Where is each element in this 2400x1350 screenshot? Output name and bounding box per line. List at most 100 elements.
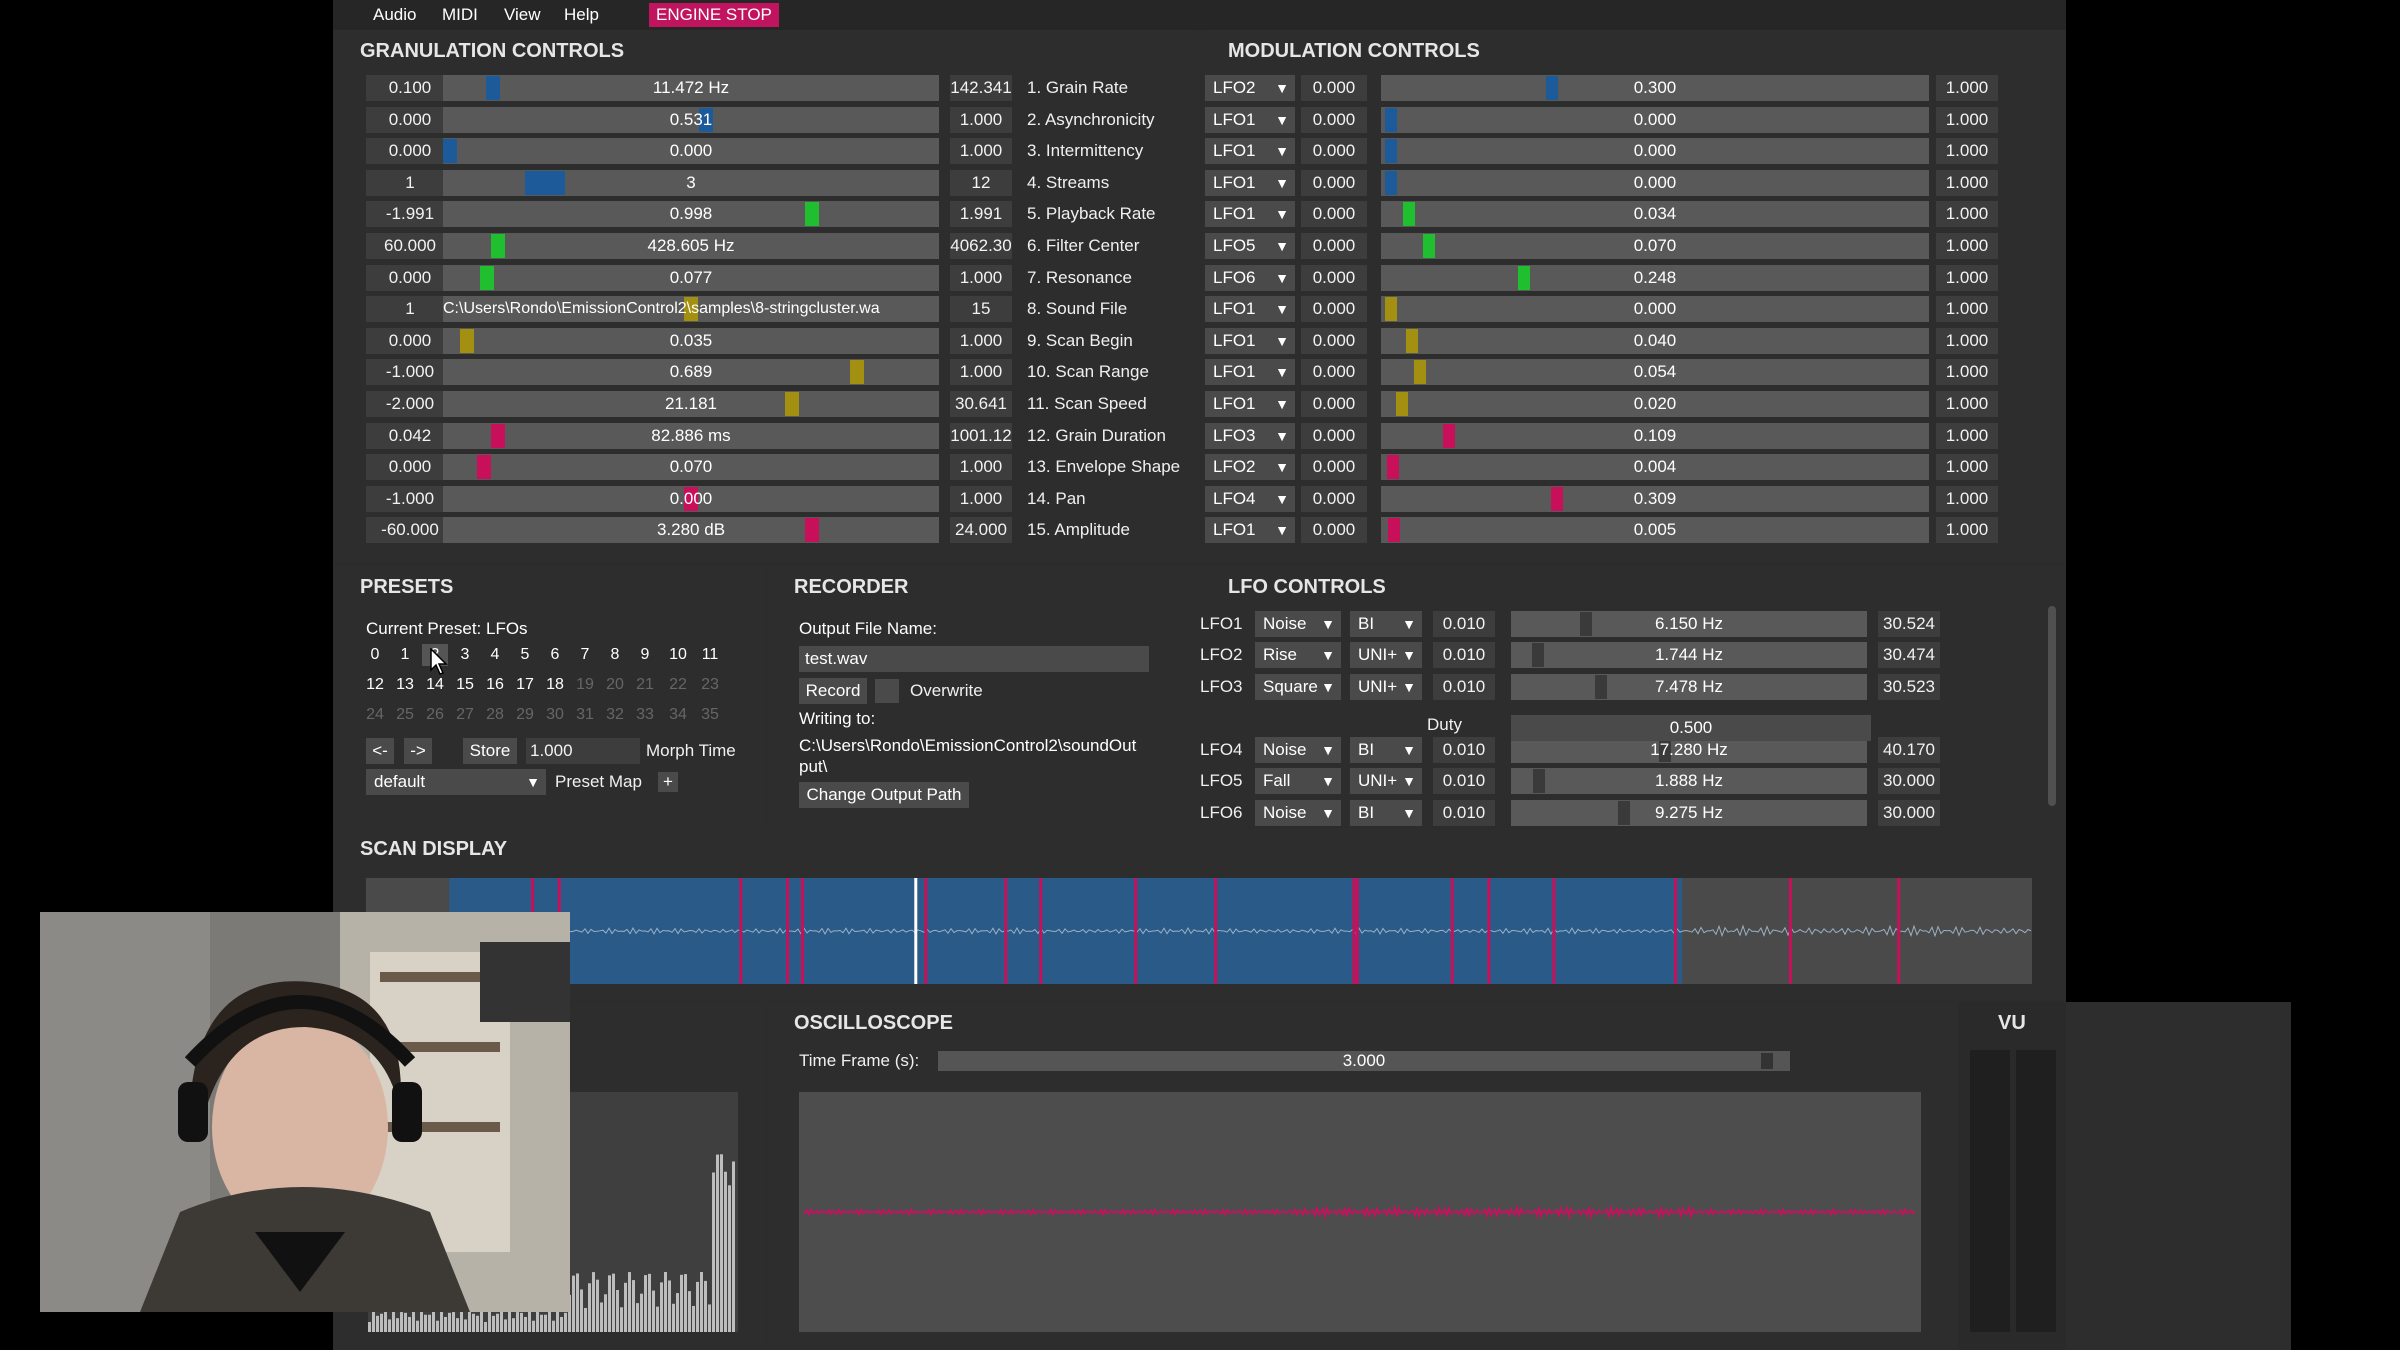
param-slider[interactable]: 428.605 Hz [443,233,939,259]
lfo-freq-slider[interactable]: 9.275 Hz [1511,800,1867,826]
menu-midi[interactable]: MIDI [442,3,478,27]
overwrite-checkbox[interactable] [875,679,899,703]
mod-depth-slider[interactable]: 0.000 [1381,106,1929,133]
mod-depth-min-input[interactable]: 0.000 [1301,517,1367,544]
preset-slot-button[interactable]: 9 [632,644,658,666]
lfo-freq-min-input[interactable]: 0.010 [1433,674,1495,700]
lfo-freq-max-input[interactable]: 30.523 [1878,674,1940,700]
preset-slot-button[interactable]: 4 [482,644,508,666]
param-min-input[interactable]: 1 [366,169,454,196]
lfo-freq-min-input[interactable]: 0.010 [1433,768,1495,794]
preset-slot-button[interactable]: 16 [482,674,508,696]
param-min-input[interactable]: -1.000 [366,359,454,386]
mod-depth-min-input[interactable]: 0.000 [1301,264,1367,291]
lfo-source-select[interactable]: LFO1 ▼ [1205,391,1295,417]
add-preset-map-button[interactable]: + [658,772,678,792]
lfo-source-select[interactable]: LFO1 ▼ [1205,106,1295,133]
lfo-source-select[interactable]: LFO1 ▼ [1205,517,1295,544]
param-slider[interactable]: 3.280 dB [443,517,939,544]
store-button[interactable]: Store [463,738,517,764]
param-slider[interactable]: 0.000 [443,485,939,512]
preset-slot-button[interactable]: 17 [512,674,538,696]
record-button[interactable]: Record [799,678,867,704]
menu-audio[interactable]: Audio [373,3,416,27]
preset-slot-button[interactable]: 27 [452,704,478,726]
preset-slot-button[interactable]: 15 [452,674,478,696]
lfo-source-select[interactable]: LFO1 ▼ [1205,201,1295,228]
morph-time-input[interactable]: 1.000 [526,738,640,764]
lfo-shape-select[interactable]: Square ▼ [1255,674,1341,700]
param-min-input[interactable]: -1.991 [366,201,454,228]
preset-slot-button[interactable]: 28 [482,704,508,726]
lfo-source-select[interactable]: LFO4 ▼ [1205,485,1295,512]
param-slider[interactable]: 0.689 [443,359,939,386]
param-slider[interactable]: 0.998 [443,201,939,228]
mod-depth-slider[interactable]: 0.000 [1381,138,1929,165]
preset-slot-button[interactable]: 35 [697,704,723,726]
lfo-freq-max-input[interactable]: 30.000 [1878,800,1940,826]
param-max-input[interactable]: 15 [950,296,1012,323]
lfo-freq-slider[interactable]: 1.888 Hz [1511,768,1867,794]
param-min-input[interactable]: -1.000 [366,485,454,512]
mod-depth-min-input[interactable]: 0.000 [1301,485,1367,512]
mod-depth-slider[interactable]: 0.040 [1381,327,1929,354]
mod-depth-max-input[interactable]: 1.000 [1936,359,1998,386]
lfo-polarity-select[interactable]: UNI+ ▼ [1350,768,1422,794]
preset-slot-button[interactable]: 13 [392,674,418,696]
preset-slot-button[interactable]: 8 [602,644,628,666]
preset-slot-button[interactable]: 6 [542,644,568,666]
mod-depth-min-input[interactable]: 0.000 [1301,422,1367,449]
mod-depth-min-input[interactable]: 0.000 [1301,296,1367,323]
lfo-freq-min-input[interactable]: 0.010 [1433,800,1495,826]
scan-waveform[interactable] [366,878,2032,984]
lfo-shape-select[interactable]: Rise ▼ [1255,642,1341,668]
param-slider[interactable]: 0.000 [443,138,939,165]
mod-depth-max-input[interactable]: 1.000 [1936,296,1998,323]
lfo-freq-min-input[interactable]: 0.010 [1433,642,1495,668]
preset-slot-button[interactable]: 33 [632,704,658,726]
param-max-input[interactable]: 1001.12 [950,422,1012,449]
preset-slot-button[interactable]: 19 [572,674,598,696]
mod-depth-slider[interactable]: 0.248 [1381,264,1929,291]
mod-depth-slider[interactable]: 0.070 [1381,233,1929,259]
mod-depth-max-input[interactable]: 1.000 [1936,422,1998,449]
change-output-path-button[interactable]: Change Output Path [799,782,969,808]
mod-depth-slider[interactable]: 0.004 [1381,454,1929,481]
preset-slot-button[interactable]: 20 [602,674,628,696]
mod-depth-slider[interactable]: 0.020 [1381,391,1929,417]
lfo-source-select[interactable]: LFO1 ▼ [1205,327,1295,354]
lfo-source-select[interactable]: LFO3 ▼ [1205,422,1295,449]
lfo-source-select[interactable]: LFO6 ▼ [1205,264,1295,291]
param-min-input[interactable]: -2.000 [366,391,454,417]
mod-depth-min-input[interactable]: 0.000 [1301,454,1367,481]
param-slider[interactable]: 0.035 [443,327,939,354]
lfo-shape-select[interactable]: Noise ▼ [1255,800,1341,826]
preset-slot-button[interactable]: 34 [665,704,691,726]
lfo-shape-select[interactable]: Fall ▼ [1255,768,1341,794]
preset-slot-button[interactable]: 26 [422,704,448,726]
lfo-source-select[interactable]: LFO2 ▼ [1205,454,1295,481]
preset-slot-button[interactable]: 23 [697,674,723,696]
mod-depth-max-input[interactable]: 1.000 [1936,327,1998,354]
lfo-scrollbar[interactable] [2048,606,2056,806]
preset-slot-button[interactable]: 5 [512,644,538,666]
param-min-input[interactable]: 0.042 [366,422,454,449]
lfo-polarity-select[interactable]: UNI+ ▼ [1350,674,1422,700]
lfo-freq-max-input[interactable]: 30.000 [1878,768,1940,794]
preset-slot-button[interactable]: 25 [392,704,418,726]
param-min-input[interactable]: 60.000 [366,233,454,259]
mod-depth-min-input[interactable]: 0.000 [1301,75,1367,101]
mod-depth-max-input[interactable]: 1.000 [1936,75,1998,101]
lfo-freq-max-input[interactable]: 30.474 [1878,642,1940,668]
param-max-input[interactable]: 1.000 [950,485,1012,512]
param-min-input[interactable]: 0.000 [366,138,454,165]
param-max-input[interactable]: 4062.30 [950,233,1012,259]
mod-depth-min-input[interactable]: 0.000 [1301,327,1367,354]
param-min-input[interactable]: -60.000 [366,517,454,544]
mod-depth-slider[interactable]: 0.000 [1381,169,1929,196]
mod-depth-max-input[interactable]: 1.000 [1936,517,1998,544]
time-frame-slider[interactable]: 3.000 [938,1051,1790,1071]
preset-slot-button[interactable]: 30 [542,704,568,726]
duty-slider[interactable]: 0.500 [1511,715,1871,741]
mod-depth-max-input[interactable]: 1.000 [1936,138,1998,165]
